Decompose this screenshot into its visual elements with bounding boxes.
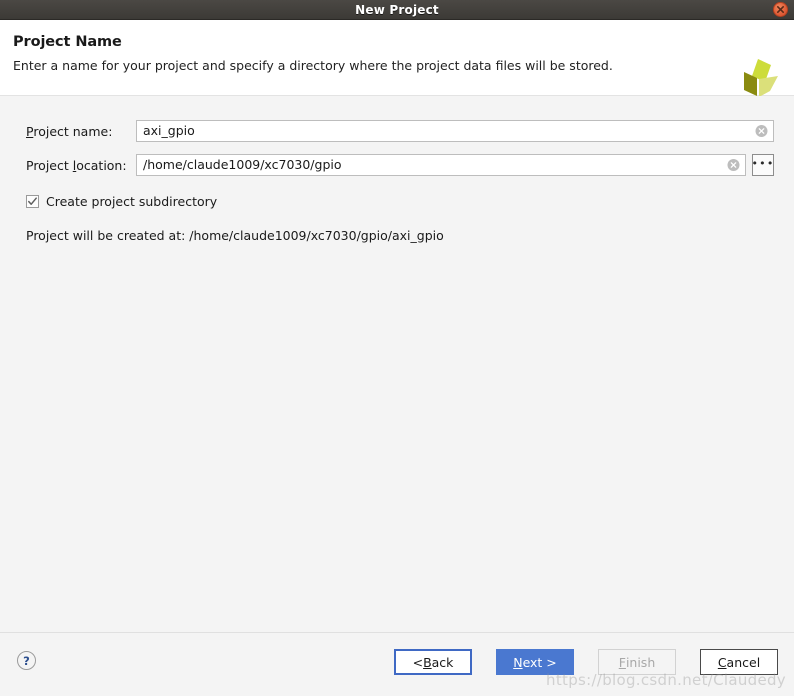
- finish-button: Finish: [598, 649, 676, 675]
- page-title: Project Name: [13, 34, 122, 50]
- dialog-body: Project name: Project location: ••• C: [0, 96, 794, 632]
- help-button[interactable]: ?: [17, 651, 36, 670]
- window-title: New Project: [355, 2, 439, 17]
- project-name-input[interactable]: [137, 121, 773, 141]
- project-location-row: Project location: •••: [0, 154, 794, 176]
- window-titlebar: New Project: [0, 0, 794, 20]
- next-button[interactable]: Next >: [496, 649, 574, 675]
- checkmark-icon: [28, 197, 37, 205]
- project-location-input-wrap[interactable]: [136, 154, 746, 176]
- clear-icon[interactable]: [755, 125, 768, 138]
- create-subdirectory-checkbox[interactable]: [26, 195, 39, 208]
- create-subdirectory-row: Create project subdirectory: [0, 194, 794, 209]
- dialog-footer: ? < Back Next > Finish Cancel: [0, 632, 794, 696]
- cancel-button[interactable]: Cancel: [700, 649, 778, 675]
- close-button[interactable]: [773, 2, 788, 17]
- dialog-button-group: < Back Next > Finish Cancel: [394, 649, 778, 675]
- project-name-row: Project name:: [0, 120, 794, 142]
- project-location-input[interactable]: [137, 155, 745, 175]
- dialog-header: Project Name Enter a name for your proje…: [0, 20, 794, 97]
- create-subdirectory-label: Create project subdirectory: [46, 194, 218, 209]
- project-name-input-wrap[interactable]: [136, 120, 774, 142]
- project-created-at-text: Project will be created at: /home/claude…: [26, 228, 444, 243]
- project-location-label: Project location:: [26, 157, 127, 173]
- browse-button[interactable]: •••: [751, 154, 774, 176]
- back-button[interactable]: < Back: [394, 649, 472, 675]
- close-icon: [777, 6, 784, 13]
- project-name-label: Project name:: [26, 123, 113, 139]
- clear-icon[interactable]: [727, 159, 740, 172]
- page-subtitle: Enter a name for your project and specif…: [13, 58, 613, 73]
